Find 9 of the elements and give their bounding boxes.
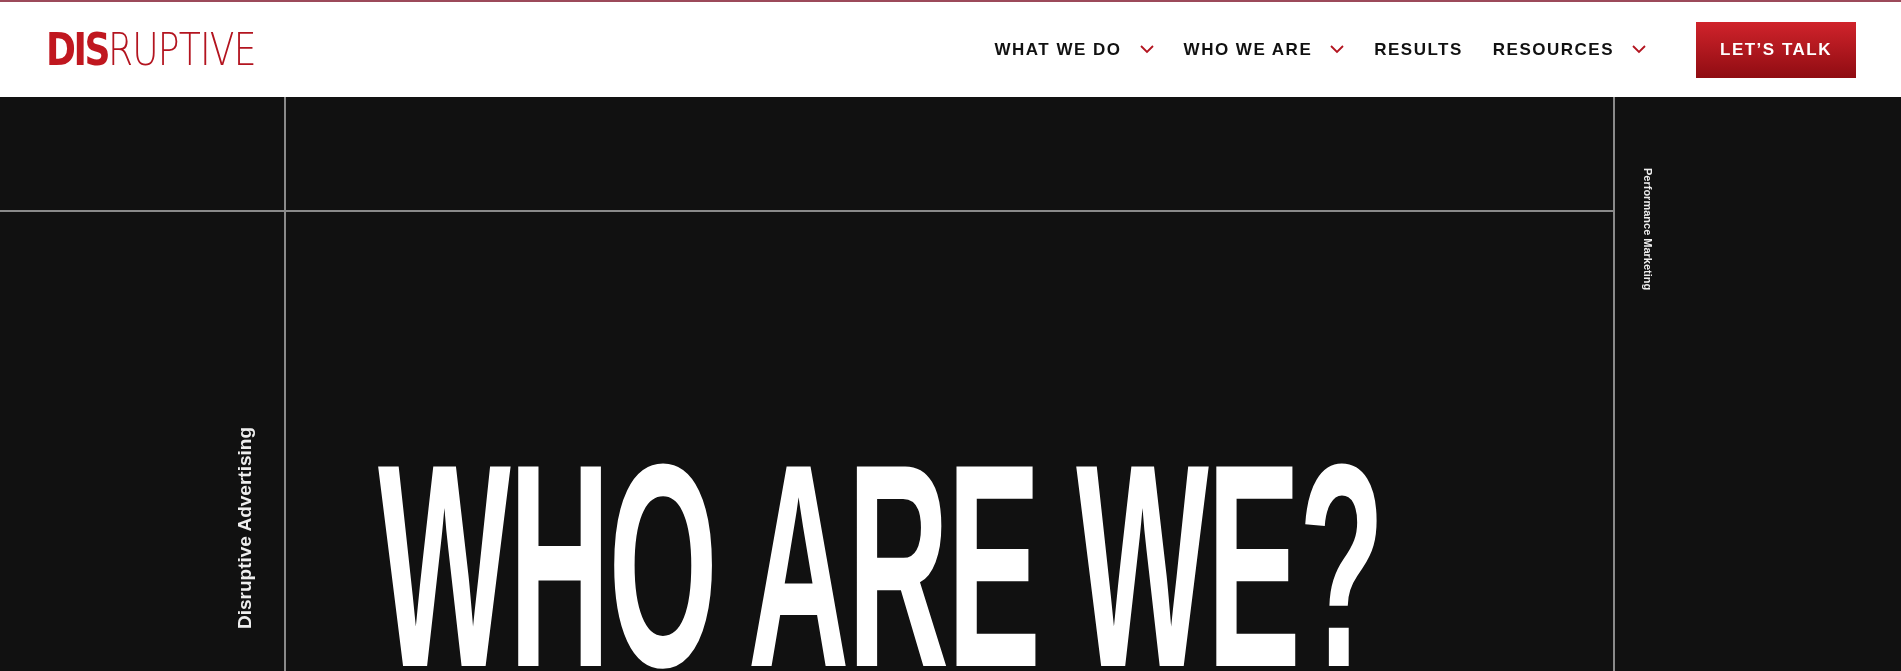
logo[interactable]: DISRUPTIVE (46, 27, 256, 72)
lets-talk-button[interactable]: LET’S TALK (1696, 21, 1856, 78)
side-label: Disruptive Advertising (234, 427, 256, 629)
nav-link[interactable]: RESOURCES (1492, 39, 1646, 60)
nav-link[interactable]: WHAT WE DO (994, 39, 1154, 60)
side-label: Performance Marketing (1642, 168, 1654, 291)
nav-link[interactable]: RESULTS (1374, 39, 1463, 60)
page-heading: WHO ARE WE? (378, 452, 1383, 671)
nav-link[interactable]: WHO WE ARE (1183, 39, 1345, 60)
